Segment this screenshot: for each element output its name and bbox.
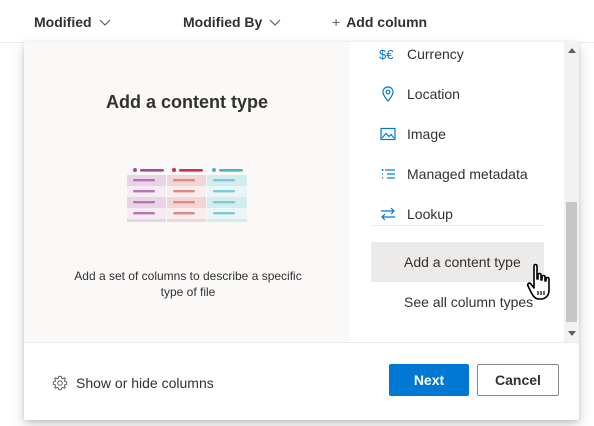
add-column-panel: Add a content type Add a set of columns …	[24, 42, 579, 420]
list-divider	[371, 225, 544, 226]
image-icon	[379, 125, 397, 143]
location-pin-icon	[379, 85, 397, 103]
column-header-modified-by[interactable]: Modified By	[183, 12, 282, 32]
svg-text:$€: $€	[379, 47, 394, 62]
managed-metadata-icon	[379, 165, 397, 183]
chevron-down-icon	[269, 19, 281, 26]
show-hide-columns-link[interactable]: Show or hide columns	[52, 373, 214, 393]
scroll-down-arrow[interactable]	[564, 326, 579, 342]
scroll-up-arrow[interactable]	[564, 42, 579, 58]
add-content-type-label: Add a content type	[404, 254, 521, 270]
see-all-column-types-option[interactable]: See all column types	[371, 282, 544, 322]
column-type-label: Currency	[407, 46, 464, 62]
see-all-column-types-label: See all column types	[404, 294, 534, 310]
column-type-image[interactable]: Image	[371, 114, 544, 154]
column-type-label: Location	[407, 86, 460, 102]
content-type-illustration	[127, 168, 247, 222]
add-content-type-option[interactable]: Add a content type	[371, 242, 544, 282]
column-header-modified[interactable]: Modified	[34, 12, 112, 32]
gear-icon	[52, 375, 68, 391]
scroll-thumb[interactable]	[566, 202, 577, 322]
triangle-down-icon	[567, 331, 576, 336]
preview-title: Add a content type	[105, 92, 268, 112]
add-column-label: Add column	[346, 14, 428, 30]
next-button[interactable]: Next	[389, 364, 469, 396]
vertical-scrollbar[interactable]	[564, 42, 579, 342]
column-type-label: Image	[407, 126, 446, 142]
column-type-location[interactable]: Location	[371, 74, 544, 114]
column-type-label: Lookup	[407, 206, 453, 222]
column-type-currency[interactable]: $€ Currency	[371, 42, 544, 74]
preview-pane: Add a content type Add a set of columns …	[24, 42, 350, 342]
column-type-lookup[interactable]: Lookup	[371, 194, 544, 234]
column-header-modified-label: Modified	[34, 14, 92, 30]
panel-footer: Show or hide columns Next Cancel	[24, 342, 579, 420]
column-type-label: Managed metadata	[407, 166, 528, 182]
add-column-button[interactable]: + Add column	[332, 12, 427, 32]
lookup-arrows-icon	[379, 205, 397, 223]
chevron-down-icon	[99, 19, 110, 26]
hand-cursor-icon	[526, 263, 550, 300]
currency-icon: $€	[379, 45, 397, 63]
preview-description: Add a set of columns to describe a speci…	[74, 269, 302, 299]
column-header-row: Modified Modified By + Add column	[0, 0, 594, 43]
cancel-button[interactable]: Cancel	[477, 364, 559, 396]
show-hide-columns-label: Show or hide columns	[76, 375, 214, 391]
column-header-modified-by-label: Modified By	[183, 14, 263, 30]
triangle-up-icon	[567, 48, 576, 53]
plus-icon: +	[332, 14, 341, 30]
column-type-managed-metadata[interactable]: Managed metadata	[371, 154, 544, 194]
